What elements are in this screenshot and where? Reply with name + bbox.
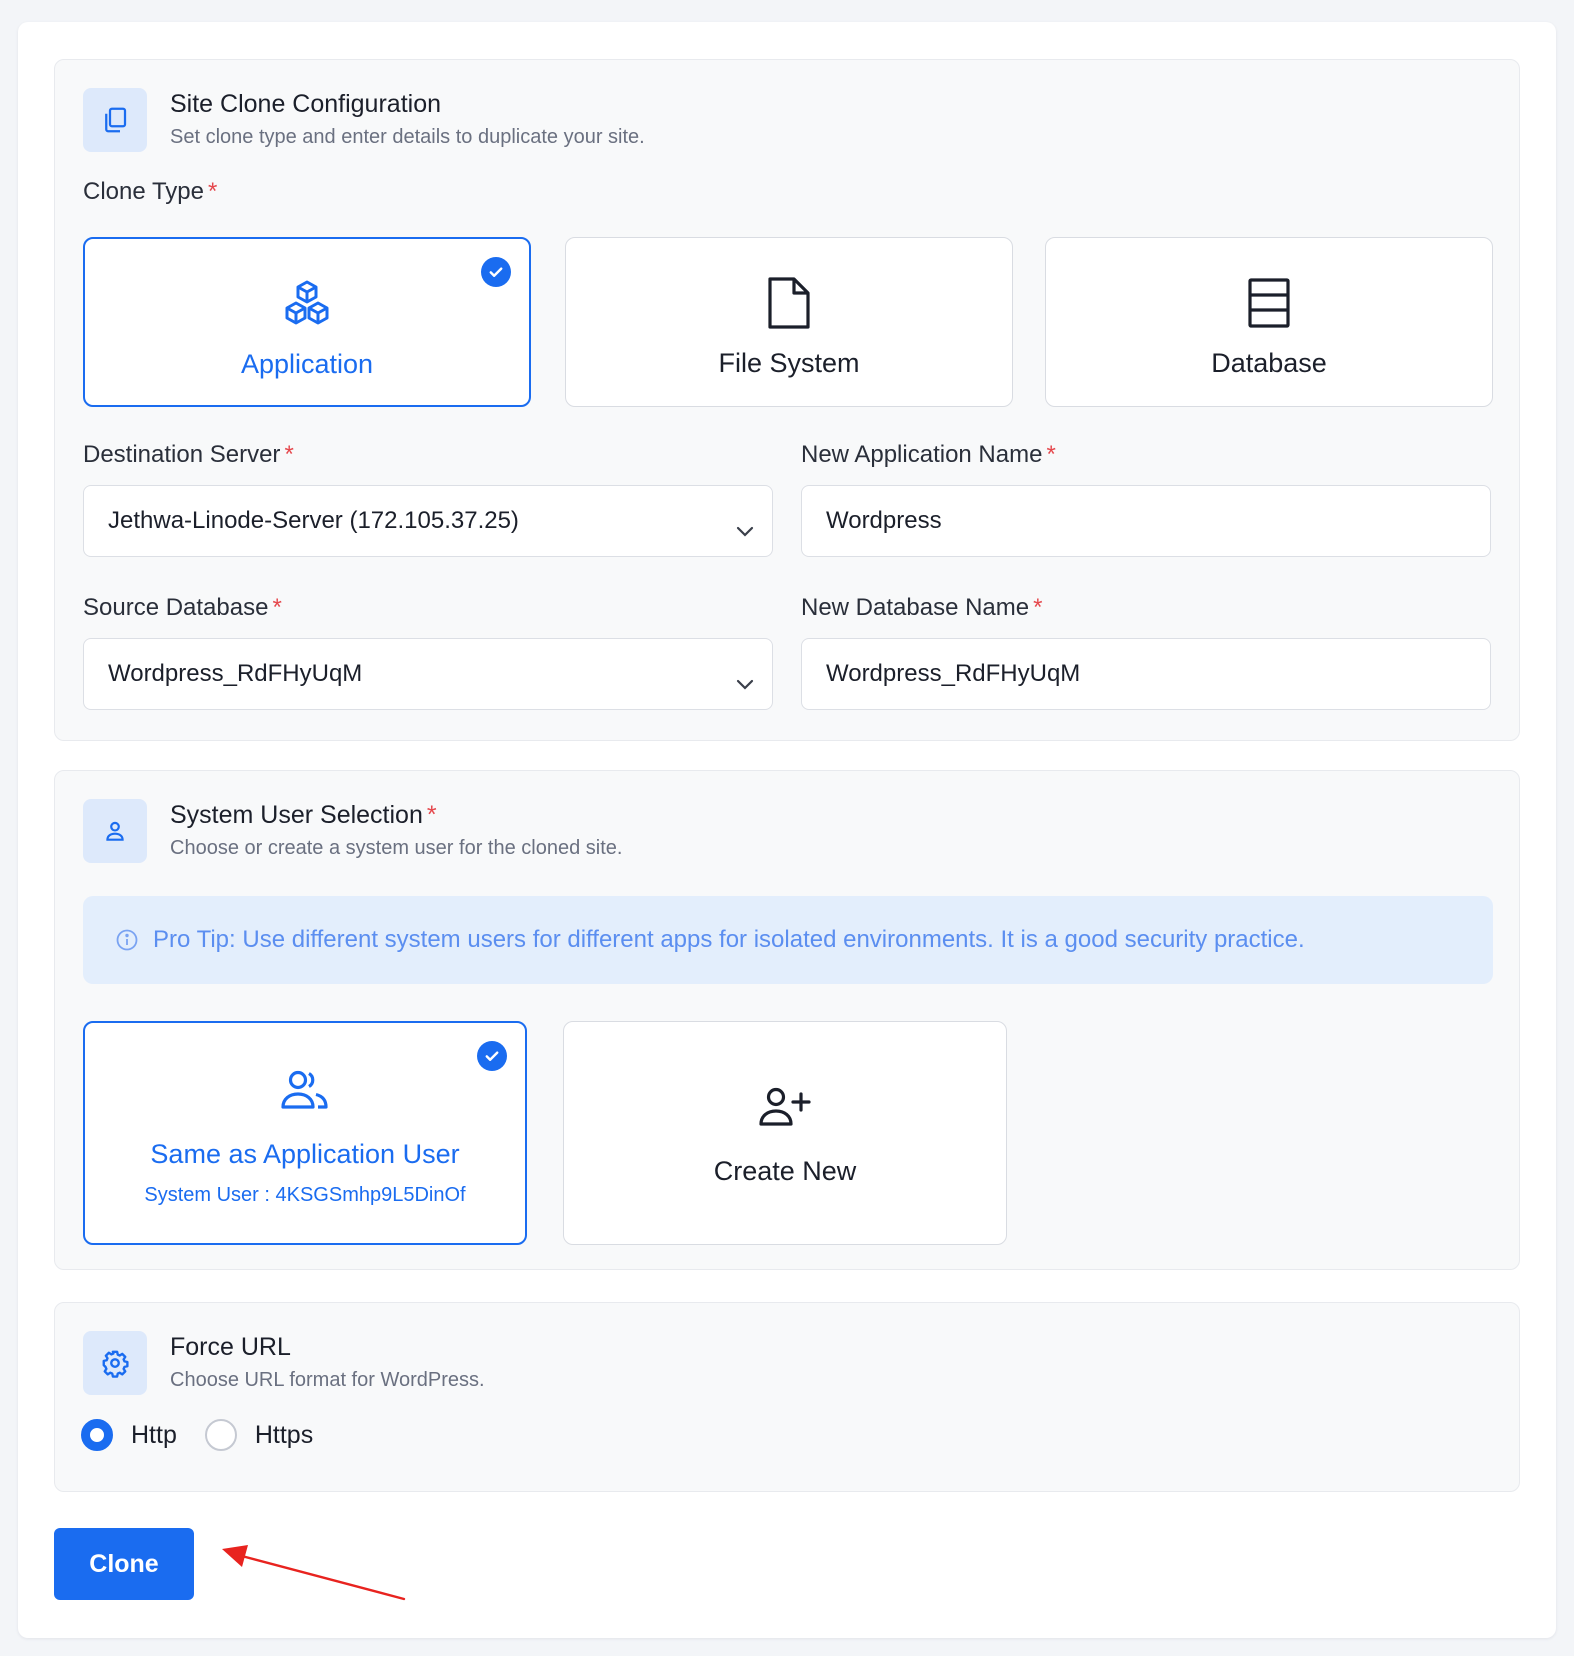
section-title: System User Selection *	[170, 801, 437, 829]
new-db-name-value: Wordpress_RdFHyUqM	[826, 660, 1081, 687]
new-app-name-input[interactable]: Wordpress	[801, 485, 1491, 557]
new-app-name-value: Wordpress	[826, 507, 942, 534]
file-icon	[766, 274, 812, 332]
clone-type-application[interactable]: Application	[83, 237, 531, 407]
destination-server-select[interactable]: Jethwa-Linode-Server (172.105.37.25)	[83, 485, 773, 557]
clone-type-database[interactable]: Database	[1045, 237, 1493, 407]
destination-server-value: Jethwa-Linode-Server (172.105.37.25)	[108, 507, 519, 534]
clone-type-file-system[interactable]: File System	[565, 237, 1013, 407]
new-app-name-label: New Application Name *	[801, 441, 1056, 468]
clone-type-label: Clone Type *	[83, 178, 218, 205]
radio-https-label[interactable]: Https	[255, 1421, 313, 1450]
clone-type-label-text: Application	[240, 349, 374, 379]
page-card: Site Clone Configuration Set clone type …	[18, 22, 1556, 1638]
radio-https[interactable]	[204, 1419, 237, 1451]
annotation-arrow-icon	[222, 1545, 406, 1601]
clone-config-section: Site Clone Configuration Set clone type …	[54, 59, 1520, 741]
new-db-name-input[interactable]: Wordpress_RdFHyUqM	[801, 638, 1491, 710]
check-icon	[481, 257, 511, 287]
clone-type-label-text: File System	[718, 348, 860, 378]
section-title: Site Clone Configuration	[170, 90, 441, 118]
user-option-create-new[interactable]: Create New	[563, 1021, 1007, 1245]
cubes-icon	[279, 275, 335, 333]
radio-http-label[interactable]: Http	[131, 1421, 177, 1450]
clone-button[interactable]: Clone	[54, 1528, 194, 1600]
radio-http[interactable]	[81, 1419, 113, 1451]
system-user-value: System User : 4KSGSmhp9L5DinOf	[144, 1184, 466, 1206]
source-database-select[interactable]: Wordpress_RdFHyUqM	[83, 638, 773, 710]
chevron-down-icon	[736, 669, 754, 697]
source-database-label: Source Database *	[83, 594, 282, 621]
url-format-radio-group: Http Https	[81, 1419, 341, 1451]
system-user-section: System User Selection * Choose or create …	[54, 770, 1520, 1270]
check-icon	[477, 1041, 507, 1071]
info-icon	[115, 928, 139, 952]
user-plus-icon	[758, 1086, 812, 1132]
section-subtitle: Set clone type and enter details to dupl…	[170, 126, 645, 148]
force-url-section: Force URL Choose URL format for WordPres…	[54, 1302, 1520, 1492]
user-icon	[83, 799, 147, 863]
section-subtitle: Choose or create a system user for the c…	[170, 837, 623, 859]
database-icon	[1247, 274, 1291, 332]
clone-type-label-text: Database	[1211, 348, 1327, 378]
pro-tip-banner: Pro Tip: Use different system users for …	[83, 896, 1493, 984]
copy-icon	[83, 88, 147, 152]
user-option-label: Same as Application User	[150, 1139, 460, 1169]
source-database-value: Wordpress_RdFHyUqM	[108, 660, 363, 687]
pro-tip-text: Pro Tip: Use different system users for …	[153, 926, 1305, 953]
chevron-down-icon	[736, 516, 754, 544]
user-option-same-as-app[interactable]: Same as Application User System User : 4…	[83, 1021, 527, 1245]
section-subtitle: Choose URL format for WordPress.	[170, 1369, 485, 1391]
user-option-label: Create New	[713, 1156, 857, 1186]
new-db-name-label: New Database Name *	[801, 594, 1043, 621]
section-title: Force URL	[170, 1333, 291, 1361]
users-icon	[278, 1069, 332, 1115]
gear-icon	[83, 1331, 147, 1395]
destination-server-label: Destination Server *	[83, 441, 294, 468]
